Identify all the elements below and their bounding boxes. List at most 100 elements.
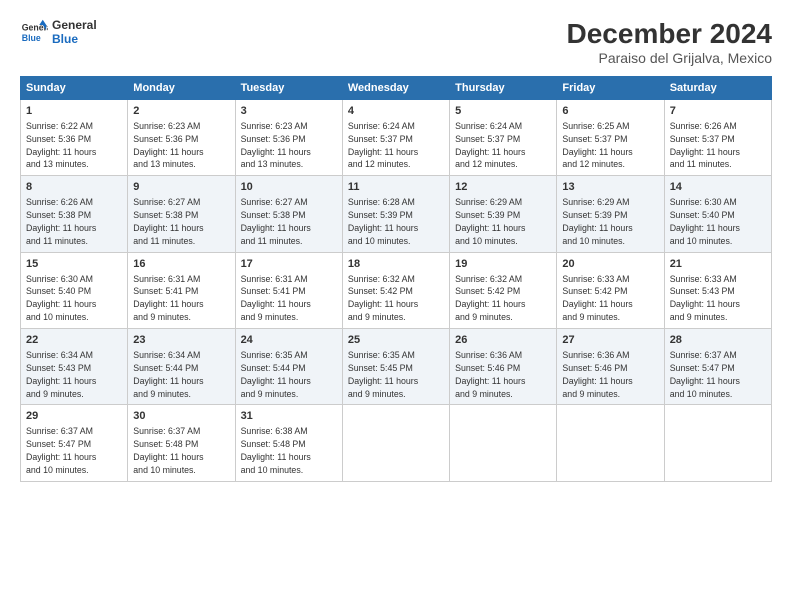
day-number: 2 [133,104,229,119]
calendar-cell: 3 Sunrise: 6:23 AMSunset: 5:36 PMDaylight… [235,100,342,176]
calendar-table: SundayMondayTuesdayWednesdayThursdayFrid… [20,76,772,482]
calendar-cell: 7 Sunrise: 6:26 AMSunset: 5:37 PMDaylight… [664,100,771,176]
day-info: Sunrise: 6:32 AMSunset: 5:42 PMDaylight:… [455,274,525,323]
day-number: 10 [241,180,337,195]
calendar-cell [342,405,449,481]
day-number: 6 [562,104,658,119]
week-row-2: 8 Sunrise: 6:26 AMSunset: 5:38 PMDaylight… [21,176,772,252]
day-info: Sunrise: 6:26 AMSunset: 5:37 PMDaylight:… [670,121,740,170]
day-number: 19 [455,257,551,272]
day-info: Sunrise: 6:31 AMSunset: 5:41 PMDaylight:… [241,274,311,323]
day-number: 22 [26,333,122,348]
day-number: 26 [455,333,551,348]
calendar-cell: 30 Sunrise: 6:37 AMSunset: 5:48 PMDayligh… [128,405,235,481]
day-number: 3 [241,104,337,119]
calendar-body: 1Sunrise: 6:22 AMSunset: 5:36 PMDaylight… [21,100,772,482]
calendar-cell: 1Sunrise: 6:22 AMSunset: 5:36 PMDaylight… [21,100,128,176]
calendar-cell: 31 Sunrise: 6:38 AMSunset: 5:48 PMDayligh… [235,405,342,481]
day-number: 21 [670,257,766,272]
col-header-tuesday: Tuesday [235,77,342,100]
calendar-cell: 8 Sunrise: 6:26 AMSunset: 5:38 PMDaylight… [21,176,128,252]
title-block: December 2024 Paraiso del Grijalva, Mexi… [567,18,772,66]
calendar-cell: 25Sunrise: 6:35 AMSunset: 5:45 PMDayligh… [342,329,449,405]
col-header-friday: Friday [557,77,664,100]
day-number: 25 [348,333,444,348]
calendar-cell: 23 Sunrise: 6:34 AMSunset: 5:44 PMDayligh… [128,329,235,405]
day-info: Sunrise: 6:32 AMSunset: 5:42 PMDaylight:… [348,274,418,323]
day-number: 23 [133,333,229,348]
calendar-cell: 4Sunrise: 6:24 AMSunset: 5:37 PMDaylight… [342,100,449,176]
calendar-cell: 24Sunrise: 6:35 AMSunset: 5:44 PMDayligh… [235,329,342,405]
col-header-monday: Monday [128,77,235,100]
day-number: 1 [26,104,122,119]
day-info: Sunrise: 6:38 AMSunset: 5:48 PMDaylight:… [241,426,311,475]
day-number: 27 [562,333,658,348]
day-info: Sunrise: 6:37 AMSunset: 5:48 PMDaylight:… [133,426,203,475]
col-header-saturday: Saturday [664,77,771,100]
calendar-cell: 14Sunrise: 6:30 AMSunset: 5:40 PMDayligh… [664,176,771,252]
day-info: Sunrise: 6:34 AMSunset: 5:43 PMDaylight:… [26,350,96,399]
calendar-cell: 27 Sunrise: 6:36 AMSunset: 5:46 PMDayligh… [557,329,664,405]
day-number: 8 [26,180,122,195]
calendar-cell: 21 Sunrise: 6:33 AMSunset: 5:43 PMDayligh… [664,252,771,328]
day-info: Sunrise: 6:37 AMSunset: 5:47 PMDaylight:… [26,426,96,475]
day-info: Sunrise: 6:24 AMSunset: 5:37 PMDaylight:… [455,121,525,170]
calendar-cell: 22 Sunrise: 6:34 AMSunset: 5:43 PMDayligh… [21,329,128,405]
day-info: Sunrise: 6:33 AMSunset: 5:42 PMDaylight:… [562,274,632,323]
day-number: 29 [26,409,122,424]
logo-line2: Blue [52,32,97,46]
calendar-cell [557,405,664,481]
day-info: Sunrise: 6:35 AMSunset: 5:44 PMDaylight:… [241,350,311,399]
week-row-4: 22 Sunrise: 6:34 AMSunset: 5:43 PMDayligh… [21,329,772,405]
day-info: Sunrise: 6:36 AMSunset: 5:46 PMDaylight:… [455,350,525,399]
calendar-cell: 13 Sunrise: 6:29 AMSunset: 5:39 PMDayligh… [557,176,664,252]
week-row-5: 29 Sunrise: 6:37 AMSunset: 5:47 PMDayligh… [21,405,772,481]
week-row-1: 1Sunrise: 6:22 AMSunset: 5:36 PMDaylight… [21,100,772,176]
day-number: 30 [133,409,229,424]
day-info: Sunrise: 6:23 AMSunset: 5:36 PMDaylight:… [241,121,311,170]
calendar-cell: 19 Sunrise: 6:32 AMSunset: 5:42 PMDayligh… [450,252,557,328]
calendar-header-row: SundayMondayTuesdayWednesdayThursdayFrid… [21,77,772,100]
calendar-cell: 12Sunrise: 6:29 AMSunset: 5:39 PMDayligh… [450,176,557,252]
day-number: 18 [348,257,444,272]
calendar-title: December 2024 [567,18,772,50]
day-number: 9 [133,180,229,195]
day-number: 5 [455,104,551,119]
day-info: Sunrise: 6:36 AMSunset: 5:46 PMDaylight:… [562,350,632,399]
day-number: 13 [562,180,658,195]
calendar-cell: 15 Sunrise: 6:30 AMSunset: 5:40 PMDayligh… [21,252,128,328]
calendar-cell: 29 Sunrise: 6:37 AMSunset: 5:47 PMDayligh… [21,405,128,481]
calendar-cell: 2Sunrise: 6:23 AMSunset: 5:36 PMDaylight… [128,100,235,176]
calendar-cell: 6Sunrise: 6:25 AMSunset: 5:37 PMDaylight… [557,100,664,176]
header: General Blue General Blue December 2024 … [20,18,772,66]
day-info: Sunrise: 6:28 AMSunset: 5:39 PMDaylight:… [348,197,418,246]
day-info: Sunrise: 6:29 AMSunset: 5:39 PMDaylight:… [455,197,525,246]
day-info: Sunrise: 6:31 AMSunset: 5:41 PMDaylight:… [133,274,203,323]
day-number: 14 [670,180,766,195]
day-info: Sunrise: 6:37 AMSunset: 5:47 PMDaylight:… [670,350,740,399]
calendar-page: General Blue General Blue December 2024 … [0,0,792,612]
day-number: 4 [348,104,444,119]
day-number: 28 [670,333,766,348]
day-info: Sunrise: 6:29 AMSunset: 5:39 PMDaylight:… [562,197,632,246]
day-number: 31 [241,409,337,424]
svg-text:Blue: Blue [22,33,41,43]
day-number: 20 [562,257,658,272]
day-number: 7 [670,104,766,119]
day-info: Sunrise: 6:26 AMSunset: 5:38 PMDaylight:… [26,197,96,246]
col-header-thursday: Thursday [450,77,557,100]
day-number: 11 [348,180,444,195]
calendar-cell: 17Sunrise: 6:31 AMSunset: 5:41 PMDayligh… [235,252,342,328]
day-info: Sunrise: 6:33 AMSunset: 5:43 PMDaylight:… [670,274,740,323]
calendar-cell: 28 Sunrise: 6:37 AMSunset: 5:47 PMDayligh… [664,329,771,405]
day-info: Sunrise: 6:27 AMSunset: 5:38 PMDaylight:… [241,197,311,246]
day-info: Sunrise: 6:34 AMSunset: 5:44 PMDaylight:… [133,350,203,399]
calendar-cell [450,405,557,481]
day-info: Sunrise: 6:30 AMSunset: 5:40 PMDaylight:… [26,274,96,323]
week-row-3: 15 Sunrise: 6:30 AMSunset: 5:40 PMDayligh… [21,252,772,328]
calendar-cell: 26 Sunrise: 6:36 AMSunset: 5:46 PMDayligh… [450,329,557,405]
day-number: 15 [26,257,122,272]
day-number: 16 [133,257,229,272]
calendar-cell: 10 Sunrise: 6:27 AMSunset: 5:38 PMDayligh… [235,176,342,252]
day-info: Sunrise: 6:27 AMSunset: 5:38 PMDaylight:… [133,197,203,246]
